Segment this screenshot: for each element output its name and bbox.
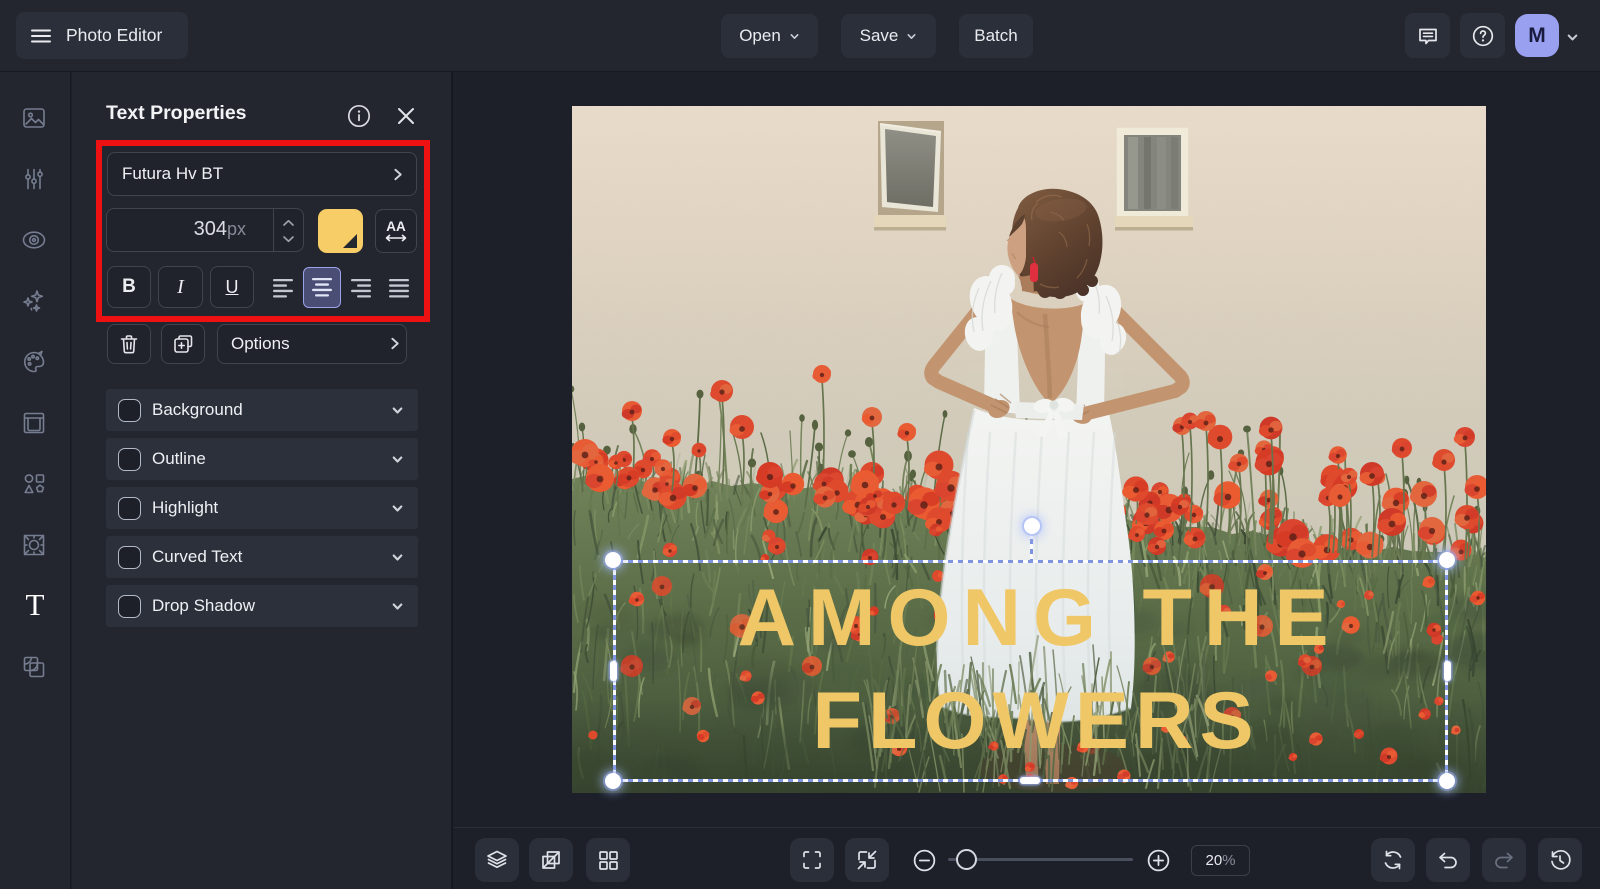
- svg-text:AA: AA: [386, 219, 406, 234]
